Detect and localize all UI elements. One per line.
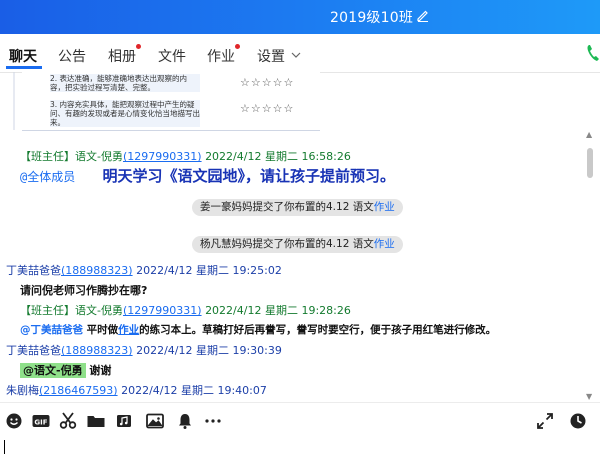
tab-announcement[interactable]: 公告: [58, 46, 86, 66]
scroll-down-arrow-icon[interactable]: ▼: [586, 392, 592, 401]
message-header: 【班主任】语文-倪勇(1297990331) 2022/4/12 星期二 19:…: [20, 302, 351, 318]
sender-name[interactable]: 朱剧梅: [6, 384, 39, 397]
message-header: 朱剧梅(2186467593) 2022/4/12 星期二 19:40:07: [6, 382, 267, 398]
message-text: 的练习本上。草稿打好后再誊写，誊写时要空行，便于孩子用红笔进行修改。: [139, 324, 497, 336]
homework-link[interactable]: 作业: [374, 238, 395, 250]
sender-id-link[interactable]: (1297990331): [123, 150, 202, 163]
image-rubric-stars: ☆☆☆☆☆: [240, 102, 295, 115]
tab-chat[interactable]: 聊天: [9, 46, 37, 66]
message-time: 2022/4/12 星期二 19:30:39: [136, 344, 282, 357]
svg-text:GIF: GIF: [34, 419, 47, 427]
message-time: 2022/4/12 星期二 19:40:07: [121, 384, 267, 397]
gif-icon[interactable]: GIF: [31, 411, 51, 431]
homework-link[interactable]: 作业: [118, 324, 139, 336]
message-text: 请问倪老师习作腾抄在哪?: [20, 284, 148, 297]
history-clock-icon[interactable]: [568, 411, 588, 431]
more-icon[interactable]: [203, 411, 223, 431]
sender-name[interactable]: 语文-倪勇: [75, 304, 123, 317]
mention-user[interactable]: @语文-倪勇: [20, 363, 86, 378]
image-rubric-row: 2. 表达准确，能够准确地表达出观察的内容，把实验过程写清楚、完整。 ☆☆☆☆☆: [22, 74, 320, 100]
mention-all[interactable]: @全体成员: [20, 170, 75, 184]
sender-id-link[interactable]: (2186467593): [39, 384, 118, 397]
homework-notification-dot: [235, 44, 240, 49]
message-text: 谢谢: [85, 364, 112, 377]
tab-homework[interactable]: 作业: [207, 46, 235, 66]
album-notification-dot: [136, 44, 141, 49]
homework-link[interactable]: 作业: [374, 201, 395, 213]
message-text: 明天学习《语文园地》，请让孩子提前预习。: [102, 167, 395, 185]
tab-files[interactable]: 文件: [158, 46, 186, 66]
phone-call-icon[interactable]: [586, 44, 600, 62]
scissors-icon[interactable]: [58, 411, 78, 431]
edit-title-icon[interactable]: [416, 8, 430, 22]
system-notice-text: 杨凡慧妈妈提交了你布置的4.12 语文: [200, 238, 374, 250]
message-header: 丁美喆爸爸(188988323) 2022/4/12 星期二 19:25:02: [6, 262, 282, 278]
sender-id-link[interactable]: (1297990331): [123, 304, 202, 317]
sender-id-link[interactable]: (188988323): [61, 344, 133, 357]
message-time: 2022/4/12 星期二 19:28:26: [205, 304, 351, 317]
message-body: 请问倪老师习作腾抄在哪?: [20, 282, 147, 298]
sender-name[interactable]: 语文-倪勇: [75, 150, 123, 163]
image-icon[interactable]: [145, 411, 165, 431]
image-rubric-row: 3. 内容充实具体，能把观察过程中产生的疑问、有趣的发现或者是心情变化恰当地描写…: [22, 100, 320, 127]
role-badge: 【班主任】: [20, 304, 75, 317]
group-title[interactable]: 2019级10班: [330, 7, 413, 27]
image-margin-graphic: [13, 72, 15, 130]
input-toolbar: GIF: [0, 402, 600, 439]
image-rubric-stars: ☆☆☆☆☆: [240, 76, 295, 89]
shared-image[interactable]: 2. 表达准确，能够准确地表达出观察的内容，把实验过程写清楚、完整。 ☆☆☆☆☆…: [22, 72, 320, 131]
message-header: 丁美喆爸爸(188988323) 2022/4/12 星期二 19:30:39: [6, 342, 282, 358]
system-notice-text: 姜一豪妈妈提交了你布置的4.12 语文: [200, 201, 374, 213]
text-cursor: [4, 440, 5, 454]
active-tab-indicator: [6, 66, 42, 69]
message-text: 平时做: [83, 324, 119, 336]
chevron-down-icon[interactable]: [291, 51, 301, 59]
sender-name[interactable]: 丁美喆爸爸: [6, 344, 61, 357]
chat-history[interactable]: 2. 表达准确，能够准确地表达出观察的内容，把实验过程写清楚、完整。 ☆☆☆☆☆…: [0, 72, 600, 402]
message-body: @全体成员 明天学习《语文园地》，请让孩子提前预习。: [20, 165, 395, 186]
scroll-up-arrow-icon[interactable]: ▲: [586, 130, 592, 139]
bell-icon[interactable]: [175, 411, 195, 431]
system-notice: 姜一豪妈妈提交了你布置的4.12 语文作业: [192, 199, 403, 216]
title-bar: 2019级10班: [0, 0, 600, 34]
mention-user[interactable]: @丁美喆爸爸: [20, 324, 83, 336]
image-rubric-text: 2. 表达准确，能够准确地表达出观察的内容，把实验过程写清楚、完整。: [50, 74, 200, 92]
message-input[interactable]: [0, 438, 600, 468]
music-icon[interactable]: [114, 411, 134, 431]
sender-id-link[interactable]: (188988323): [61, 264, 133, 277]
message-header: 【班主任】语文-倪勇(1297990331) 2022/4/12 星期二 16:…: [20, 148, 351, 164]
tab-settings[interactable]: 设置: [257, 46, 285, 66]
image-rubric-text: 3. 内容充实具体，能把观察过程中产生的疑问、有趣的发现或者是心情变化恰当地描写…: [50, 100, 200, 127]
chat-scrollbar[interactable]: [587, 148, 593, 178]
message-body: @丁美喆爸爸 平时做作业的练习本上。草稿打好后再誊写，誊写时要空行，便于孩子用红…: [20, 322, 496, 337]
role-badge: 【班主任】: [20, 150, 75, 163]
expand-icon[interactable]: [535, 411, 555, 431]
message-body: @语文-倪勇 谢谢: [20, 362, 111, 378]
message-time: 2022/4/12 星期二 19:25:02: [136, 264, 282, 277]
tab-bar: 聊天 公告 相册 文件 作业 设置: [0, 34, 600, 73]
sender-name[interactable]: 丁美喆爸爸: [6, 264, 61, 277]
message-time: 2022/4/12 星期二 16:58:26: [205, 150, 351, 163]
tab-album[interactable]: 相册: [108, 46, 136, 66]
folder-icon[interactable]: [86, 411, 106, 431]
system-notice: 杨凡慧妈妈提交了你布置的4.12 语文作业: [192, 236, 403, 253]
emoji-icon[interactable]: [4, 411, 24, 431]
